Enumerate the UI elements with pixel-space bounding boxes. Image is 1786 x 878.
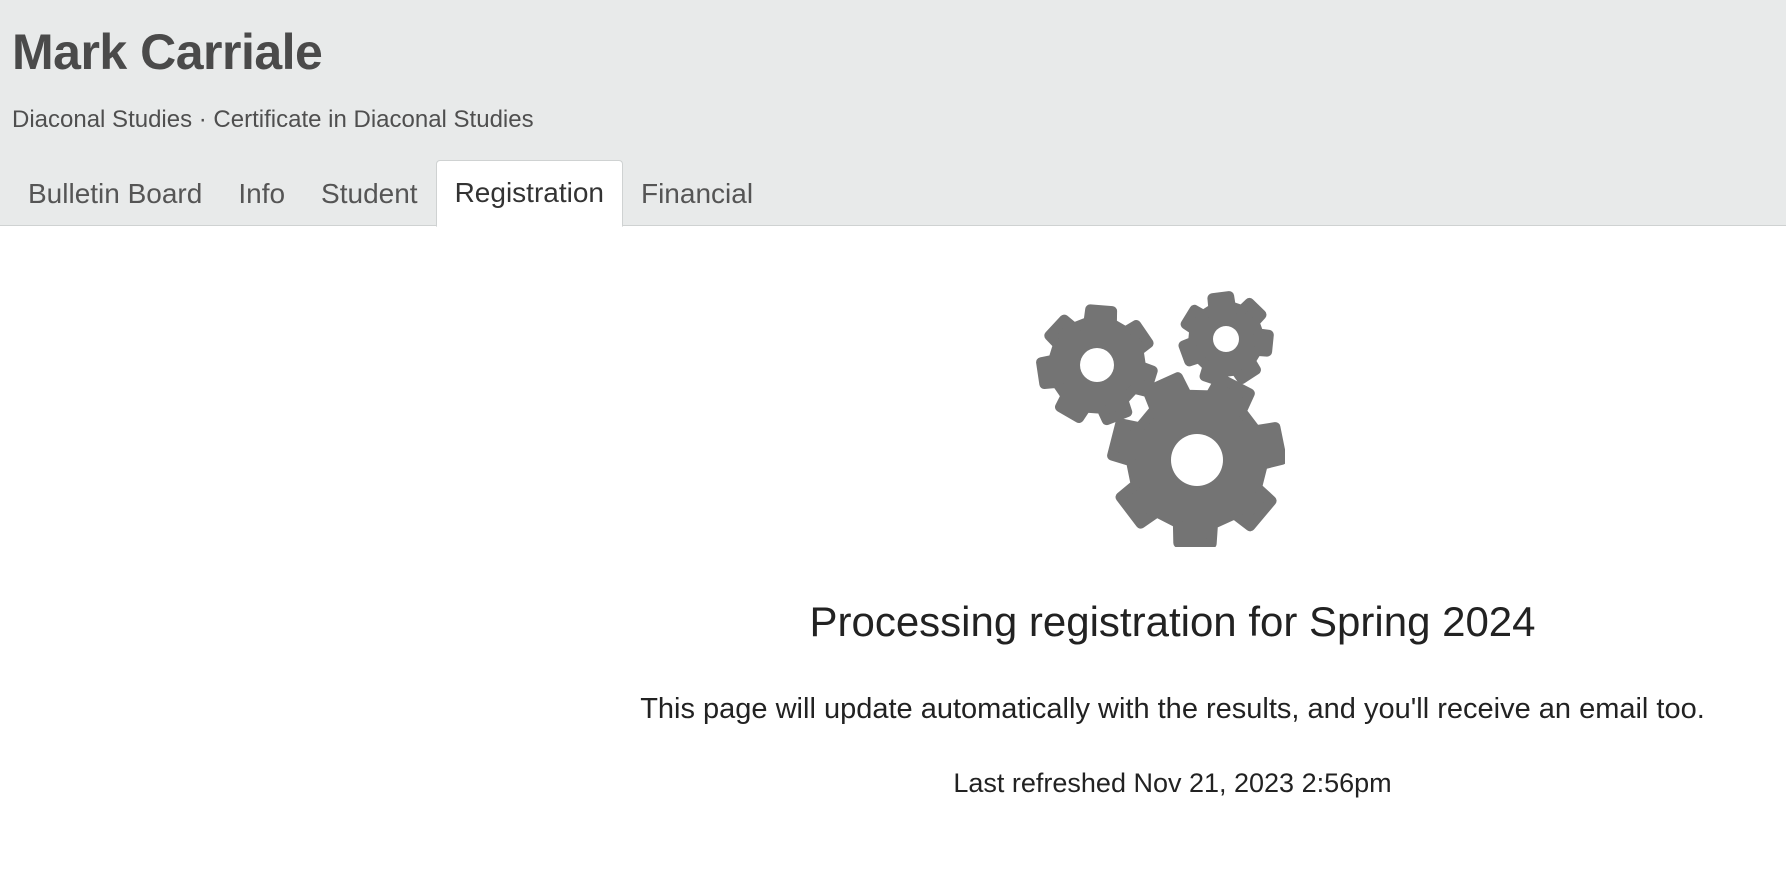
gear-hole (1213, 326, 1239, 352)
status-message: This page will update automatically with… (640, 693, 1705, 725)
tab-info[interactable]: Info (220, 161, 303, 226)
status-title: Processing registration for Spring 2024 (809, 598, 1536, 645)
gear-hole (1080, 348, 1114, 382)
tab-financial[interactable]: Financial (623, 161, 771, 226)
last-refreshed-text: Last refreshed Nov 21, 2023 2:56pm (953, 768, 1392, 798)
gears-icon (1036, 291, 1285, 547)
tab-student[interactable]: Student (303, 161, 436, 226)
tab-bar: Bulletin Board Info Student Registration… (10, 160, 771, 227)
program-subtitle: Diaconal Studies · Certificate in Diacon… (12, 106, 534, 133)
gear-hole (1171, 434, 1223, 486)
tab-bulletin-board[interactable]: Bulletin Board (10, 161, 220, 226)
student-header: Mark Carriale Diaconal Studies · Certifi… (0, 0, 1786, 227)
tab-registration[interactable]: Registration (435, 160, 623, 227)
student-name: Mark Carriale (12, 24, 323, 80)
